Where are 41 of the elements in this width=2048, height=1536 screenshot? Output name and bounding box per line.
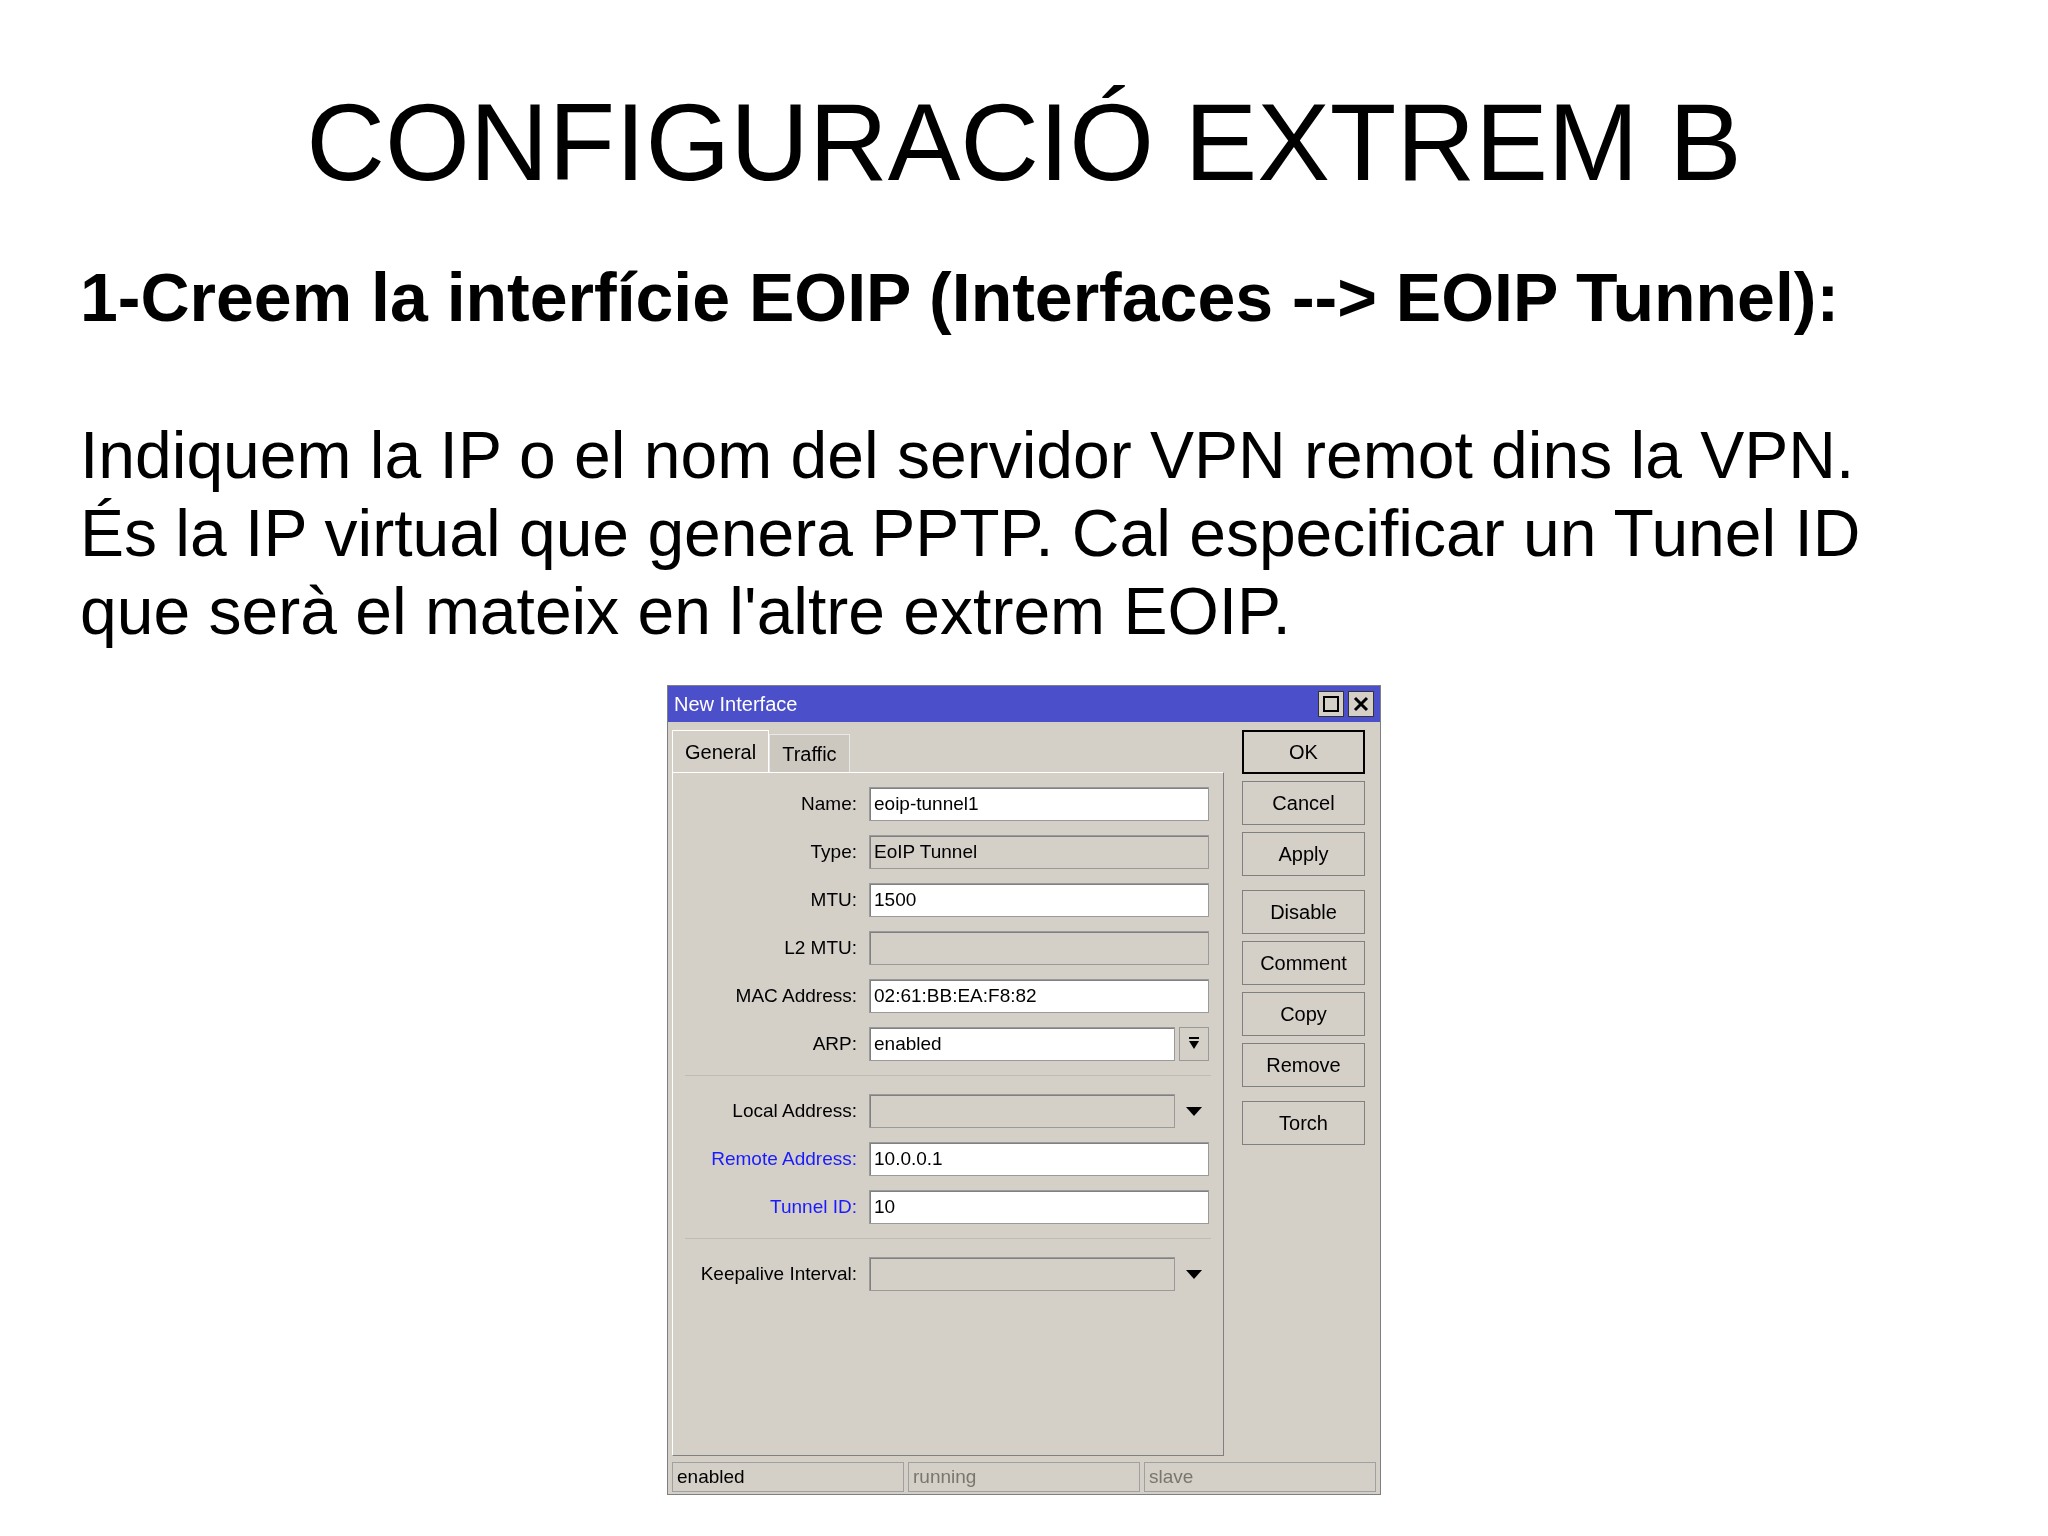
dialog-button[interactable]: Disable — [1242, 890, 1365, 934]
input-field[interactable] — [869, 931, 1209, 965]
input-field[interactable]: 10 — [869, 1190, 1209, 1224]
dialog-button[interactable]: OK — [1242, 730, 1365, 774]
field-label: Keepalive Interval: — [699, 1261, 857, 1286]
tab[interactable]: Traffic — [769, 734, 850, 772]
field-label: Type: — [809, 839, 857, 864]
input-field[interactable]: 02:61:BB:EA:F8:82 — [869, 979, 1209, 1013]
close-icon[interactable] — [1348, 691, 1374, 717]
dialog-button[interactable]: Remove — [1242, 1043, 1365, 1087]
field-label: L2 MTU: — [783, 935, 857, 960]
field-label: MAC Address: — [734, 983, 857, 1008]
dialog-button[interactable]: Torch — [1242, 1101, 1365, 1145]
field-label: Remote Address: — [710, 1146, 857, 1171]
maximize-icon[interactable] — [1318, 691, 1344, 717]
input-field[interactable]: EoIP Tunnel — [869, 835, 1209, 869]
dialog-button[interactable]: Apply — [1242, 832, 1365, 876]
dropdown-triangle-icon[interactable] — [1186, 1269, 1202, 1279]
dropdown-button[interactable] — [1179, 1027, 1209, 1061]
tab[interactable]: General — [672, 730, 770, 772]
field-label: Tunnel ID: — [769, 1194, 857, 1219]
status-field: enabled — [672, 1462, 904, 1492]
dialog-button[interactable]: Copy — [1242, 992, 1365, 1036]
slide-paragraph: Indiquem la IP o el nom del servidor VPN remot dins la VPN. És la IP virtual que genera PPTP. Cal especificar un Tunel ID que serà el mateix en l'altre extrem EOIP. — [80, 417, 1862, 650]
combo-field[interactable] — [869, 1094, 1175, 1128]
field-label: ARP: — [811, 1031, 857, 1056]
dialog-button[interactable]: Comment — [1242, 941, 1365, 985]
input-field[interactable]: eoip-tunnel1 — [869, 787, 1209, 821]
input-field[interactable]: 1500 — [869, 883, 1209, 917]
status-field: running — [908, 1462, 1140, 1492]
status-field: slave — [1144, 1462, 1376, 1492]
input-field[interactable]: 10.0.0.1 — [869, 1142, 1209, 1176]
window-title: New Interface — [674, 692, 798, 717]
dialog-button[interactable]: Cancel — [1242, 781, 1365, 825]
dropdown-triangle-icon[interactable] — [1186, 1106, 1202, 1116]
select-field[interactable]: enabled — [869, 1027, 1175, 1061]
field-label: MTU: — [809, 887, 857, 912]
combo-field[interactable] — [869, 1257, 1175, 1291]
field-label: Local Address: — [731, 1098, 857, 1123]
down-arrow-icon — [1188, 1037, 1200, 1051]
field-label: Name: — [800, 791, 857, 816]
